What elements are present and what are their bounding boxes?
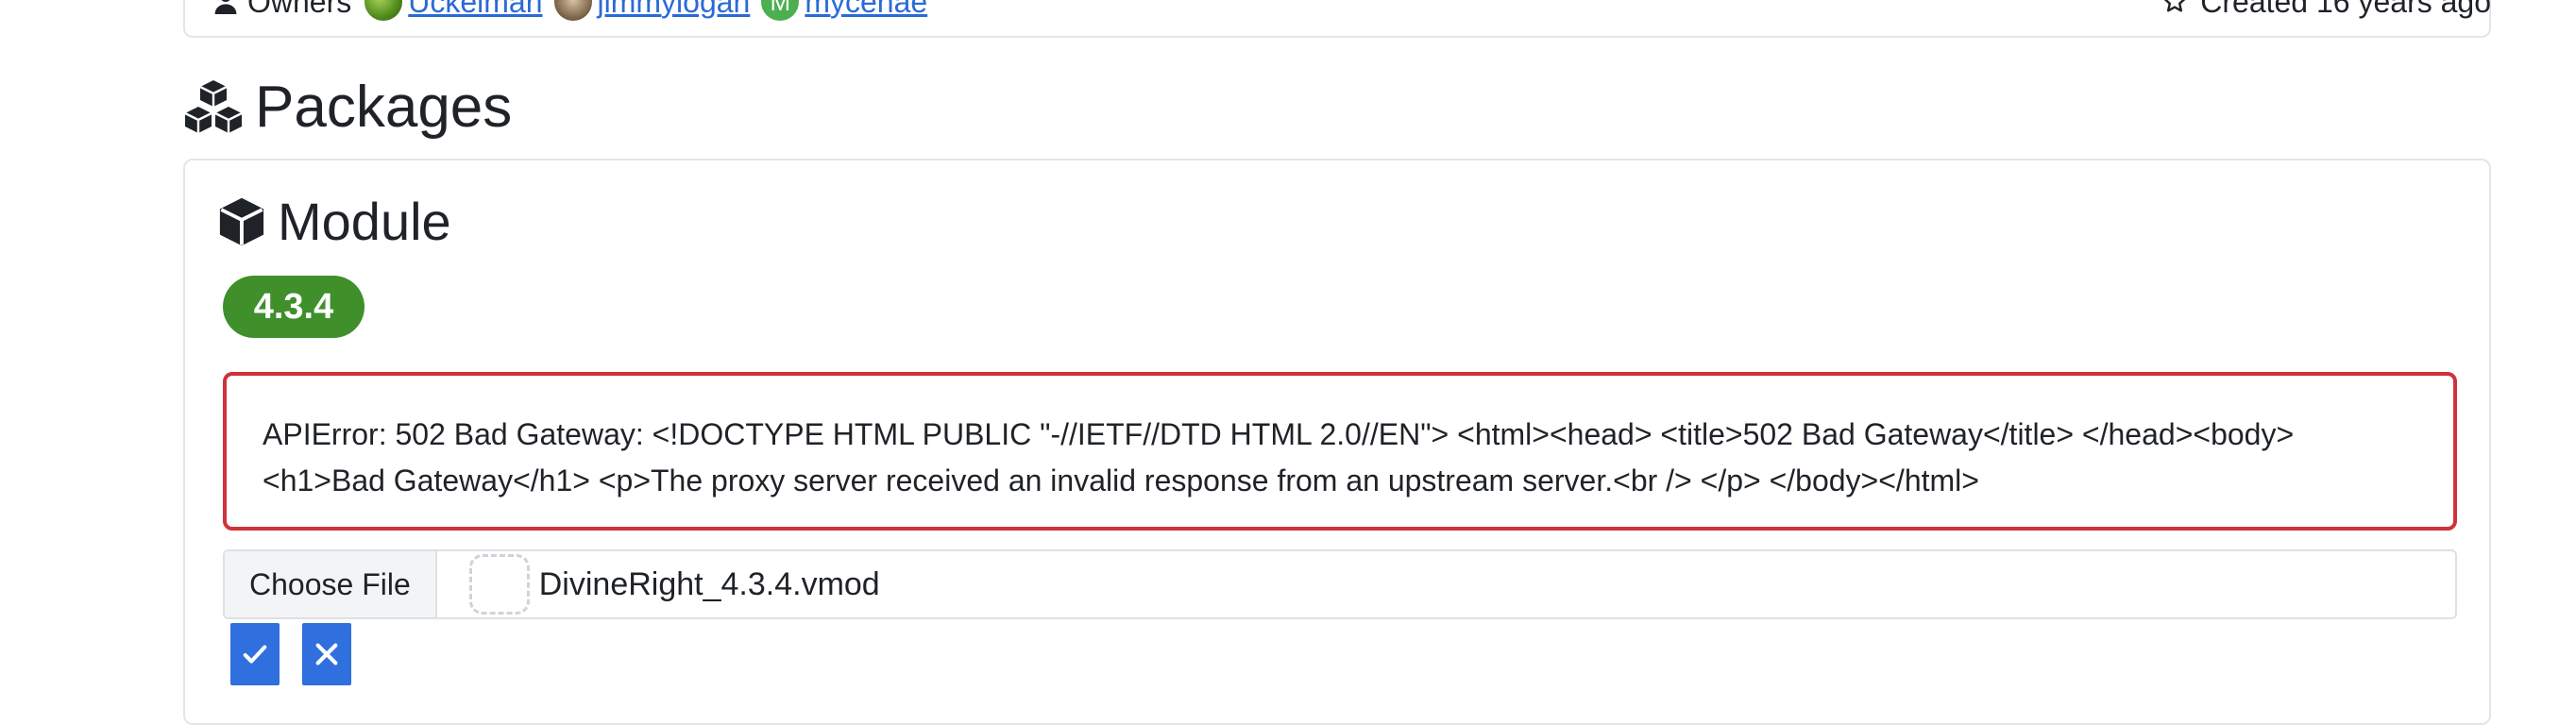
owner-link[interactable]: mycenae — [805, 0, 927, 20]
module-heading: Module — [215, 191, 451, 252]
choose-file-button[interactable]: Choose File — [225, 551, 437, 617]
file-name: DivineRight_4.3.4.vmod — [538, 565, 880, 602]
error-alert: APIError: 502 Bad Gateway: <!DOCTYPE HTM… — [223, 372, 2457, 531]
cube-icon — [219, 197, 264, 245]
packages-icon — [184, 79, 243, 133]
module-title: Module — [278, 192, 451, 251]
confirm-button[interactable] — [230, 623, 280, 685]
file-upload-field[interactable]: Choose File DivineRight_4.3.4.vmod — [223, 549, 2457, 619]
check-icon — [243, 645, 267, 664]
page-title: Packages — [255, 75, 513, 140]
person-icon — [214, 0, 237, 14]
owners-row: Owners Uckelman jimmylogan M mycenae — [213, 0, 939, 21]
file-thumbnail — [468, 554, 530, 615]
created-info: Created 16 years ago — [2162, 0, 2491, 19]
owner-link[interactable]: jimmylogan — [598, 0, 751, 20]
x-icon — [315, 643, 338, 666]
created-text: Created 16 years ago — [2200, 0, 2491, 19]
star-icon — [2164, 0, 2186, 12]
error-message: APIError: 502 Bad Gateway: <!DOCTYPE HTM… — [263, 417, 2295, 497]
owners-label: Owners — [247, 0, 352, 19]
cancel-button[interactable] — [302, 623, 351, 685]
owner-link[interactable]: Uckelman — [408, 0, 542, 20]
version-badge: 4.3.4 — [223, 276, 364, 338]
packages-heading: Packages — [183, 74, 512, 141]
